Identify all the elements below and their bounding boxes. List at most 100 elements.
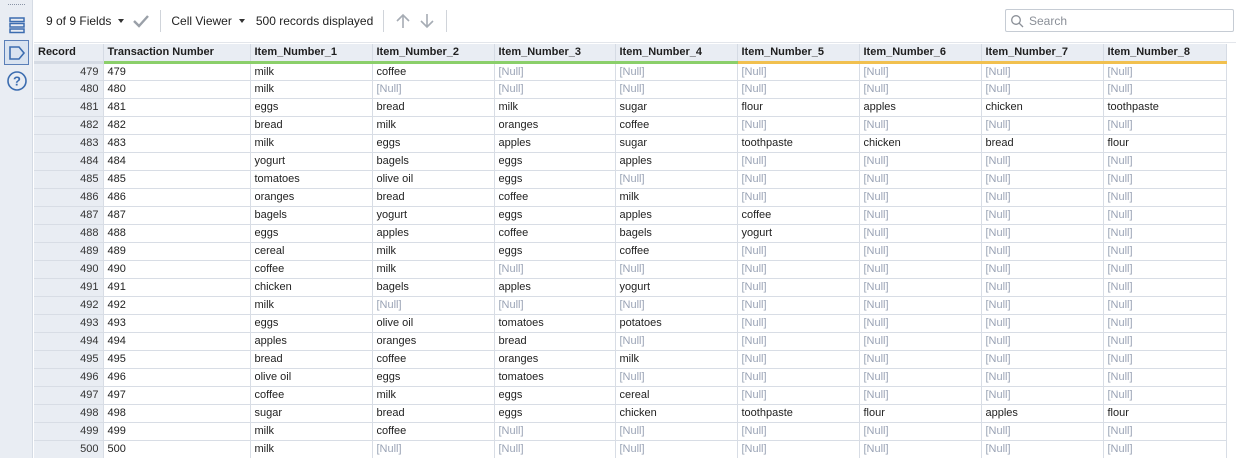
table-row[interactable]: 488 488 eggs apples coffee bagels yogurt [Null]… (34, 224, 1227, 243)
table-cell[interactable]: [Null] (1103, 440, 1227, 458)
list-view-button[interactable] (4, 12, 29, 37)
table-cell[interactable]: [Null] (494, 296, 616, 315)
table-cell[interactable]: coffee (615, 242, 738, 261)
table-cell[interactable]: eggs (494, 386, 616, 405)
column-header[interactable]: Item_Number_1 (250, 44, 373, 64)
table-cell[interactable]: chicken (981, 98, 1104, 117)
table-cell[interactable]: 484 (103, 152, 251, 171)
table-cell[interactable]: eggs (250, 98, 373, 117)
table-cell[interactable]: toothpaste (737, 134, 860, 153)
table-cell[interactable]: [Null] (1103, 80, 1227, 99)
table-cell[interactable]: olive oil (250, 368, 373, 387)
table-cell[interactable]: [Null] (859, 368, 982, 387)
table-cell[interactable]: [Null] (981, 206, 1104, 225)
table-cell[interactable]: apples (859, 98, 982, 117)
table-cell[interactable]: bagels (372, 152, 495, 171)
table-cell[interactable]: [Null] (737, 116, 860, 135)
table-cell[interactable]: [Null] (615, 440, 738, 458)
column-header-record[interactable]: Record (34, 44, 104, 64)
tag-view-button[interactable] (4, 40, 29, 65)
table-cell[interactable]: [Null] (737, 440, 860, 458)
table-cell[interactable]: coffee (372, 422, 495, 441)
table-cell[interactable]: milk (250, 296, 373, 315)
table-row[interactable]: 493 493 eggs olive oil tomatoes potatoes [Null… (34, 314, 1227, 333)
table-cell[interactable]: 491 (103, 278, 251, 297)
table-cell[interactable]: 496 (103, 368, 251, 387)
table-cell[interactable]: olive oil (372, 170, 495, 189)
table-cell[interactable]: oranges (372, 332, 495, 351)
table-cell[interactable]: apples (494, 278, 616, 297)
table-row[interactable]: 484 484 yogurt bagels eggs apples [Null] [Null]… (34, 152, 1227, 171)
table-cell[interactable]: [Null] (981, 368, 1104, 387)
table-cell[interactable]: [Null] (859, 278, 982, 297)
column-header[interactable]: Item_Number_5 (737, 44, 860, 64)
table-cell[interactable]: 487 (103, 206, 251, 225)
table-cell[interactable]: [Null] (859, 188, 982, 207)
table-cell[interactable]: sugar (615, 98, 738, 117)
table-cell[interactable]: [Null] (1103, 296, 1227, 315)
table-cell[interactable]: [Null] (859, 116, 982, 135)
table-cell[interactable]: toothpaste (737, 404, 860, 423)
table-cell[interactable]: [Null] (615, 80, 738, 99)
table-cell[interactable]: cereal (250, 242, 373, 261)
table-cell[interactable]: [Null] (859, 80, 982, 99)
table-cell[interactable]: 499 (103, 422, 251, 441)
table-row[interactable]: 479 479 milk coffee [Null] [Null] [Null] [Null]… (34, 62, 1227, 81)
table-cell[interactable]: 490 (103, 260, 251, 279)
table-cell[interactable]: flour (859, 404, 982, 423)
table-cell[interactable]: [Null] (1103, 152, 1227, 171)
table-cell[interactable]: yogurt (250, 152, 373, 171)
fields-dropdown[interactable]: 9 of 9 Fields (46, 10, 125, 32)
grip-handle[interactable] (8, 4, 25, 6)
table-cell[interactable]: eggs (494, 242, 616, 261)
table-cell[interactable]: milk (250, 440, 373, 458)
table-cell[interactable]: eggs (494, 170, 616, 189)
table-cell[interactable]: 488 (103, 224, 251, 243)
table-cell[interactable]: milk (250, 134, 373, 153)
table-cell[interactable]: bread (250, 116, 373, 135)
table-cell[interactable]: [Null] (981, 332, 1104, 351)
table-cell[interactable]: eggs (494, 206, 616, 225)
table-cell[interactable]: flour (1103, 134, 1227, 153)
table-cell[interactable]: cereal (615, 386, 738, 405)
table-cell[interactable]: [Null] (1103, 116, 1227, 135)
table-cell[interactable]: [Null] (737, 278, 860, 297)
table-cell[interactable]: [Null] (859, 206, 982, 225)
table-cell[interactable]: milk (250, 80, 373, 99)
column-header[interactable]: Item_Number_6 (859, 44, 982, 64)
table-cell[interactable]: [Null] (615, 332, 738, 351)
table-cell[interactable]: eggs (494, 152, 616, 171)
table-cell[interactable]: milk (372, 242, 495, 261)
table-cell[interactable]: coffee (494, 188, 616, 207)
table-cell[interactable]: apples (981, 404, 1104, 423)
table-cell[interactable]: [Null] (372, 440, 495, 458)
table-row[interactable]: 497 497 coffee milk eggs cereal [Null] [Null] [N… (34, 386, 1227, 405)
table-cell[interactable]: [Null] (615, 62, 738, 81)
table-cell[interactable]: [Null] (1103, 206, 1227, 225)
table-cell[interactable]: [Null] (859, 242, 982, 261)
table-cell[interactable]: milk (615, 188, 738, 207)
table-cell[interactable]: [Null] (615, 260, 738, 279)
table-cell[interactable]: coffee (737, 206, 860, 225)
table-cell[interactable]: [Null] (737, 422, 860, 441)
column-header[interactable]: Item_Number_3 (494, 44, 616, 64)
table-cell[interactable]: 493 (103, 314, 251, 333)
table-cell[interactable]: [Null] (737, 260, 860, 279)
table-cell[interactable]: [Null] (859, 224, 982, 243)
table-cell[interactable]: [Null] (981, 152, 1104, 171)
table-cell[interactable]: [Null] (1103, 314, 1227, 333)
table-cell[interactable]: [Null] (859, 260, 982, 279)
table-cell[interactable]: apples (250, 332, 373, 351)
table-cell[interactable]: eggs (250, 224, 373, 243)
table-cell[interactable]: [Null] (1103, 242, 1227, 261)
table-cell[interactable]: bread (981, 134, 1104, 153)
table-cell[interactable]: [Null] (981, 242, 1104, 261)
table-cell[interactable]: toothpaste (1103, 98, 1227, 117)
table-row[interactable]: 480 480 milk [Null] [Null] [Null] [Null] [Null]… (34, 80, 1227, 99)
table-cell[interactable]: [Null] (981, 170, 1104, 189)
table-cell[interactable]: [Null] (981, 62, 1104, 81)
column-header[interactable]: Transaction Number (103, 44, 251, 64)
table-cell[interactable]: bagels (372, 278, 495, 297)
table-cell[interactable]: yogurt (615, 278, 738, 297)
table-row[interactable]: 489 489 cereal milk eggs coffee [Null] [Null] [N… (34, 242, 1227, 261)
